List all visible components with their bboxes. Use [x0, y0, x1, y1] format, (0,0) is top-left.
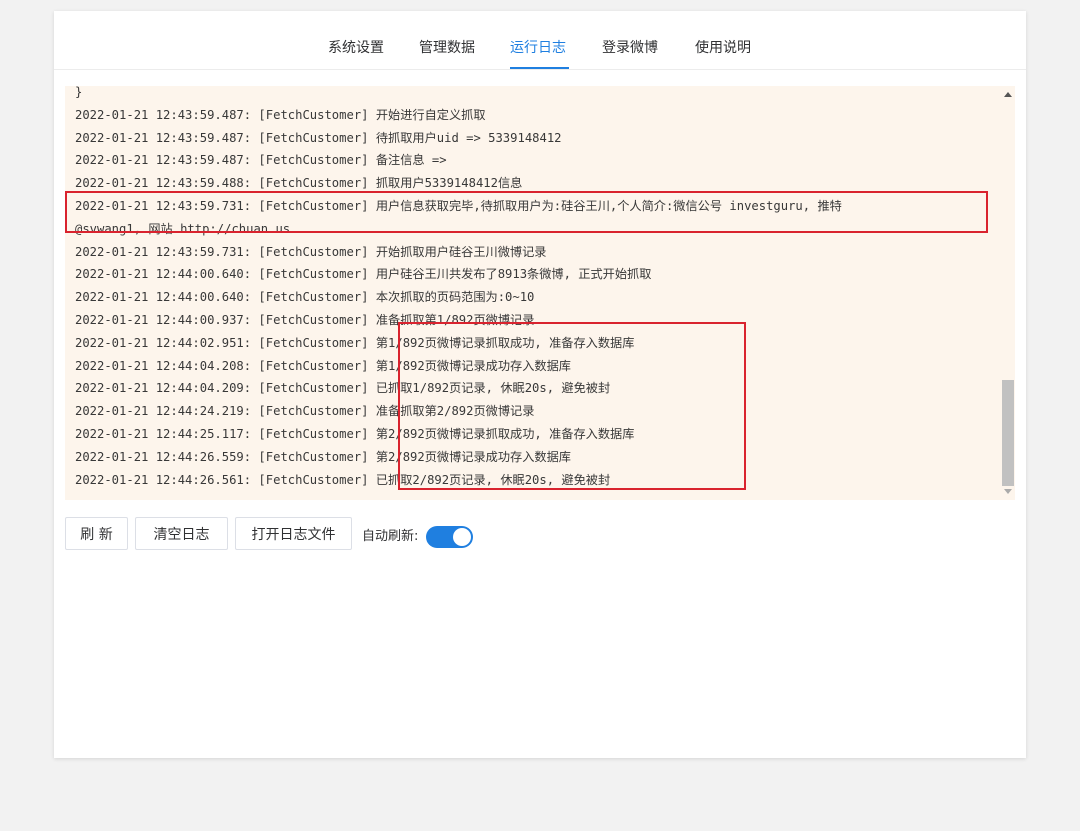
scroll-down-arrow-icon[interactable]	[1004, 489, 1012, 494]
log-line: 2022-01-21 12:43:59.487: [FetchCustomer]…	[75, 107, 486, 122]
log-line: 2022-01-21 12:44:25.117: [FetchCustomer]…	[75, 426, 635, 441]
auto-refresh-label: 自动刷新:	[362, 529, 419, 544]
active-tab-indicator	[510, 67, 569, 69]
log-lines: } 2022-01-21 12:43:59.487: [FetchCustome…	[75, 86, 997, 491]
open-log-file-button[interactable]: 打开日志文件	[235, 517, 352, 550]
toggle-knob	[453, 528, 471, 546]
tab-run-log[interactable]: 运行日志	[510, 37, 566, 57]
main-panel: 系统设置 管理数据 运行日志 登录微博 使用说明 } 2022-01-21 12…	[54, 11, 1026, 758]
log-scrollbar[interactable]	[1001, 86, 1015, 500]
tab-instructions[interactable]: 使用说明	[695, 37, 751, 57]
log-line: @svwang1, 网站 http://chuan.us	[75, 221, 291, 236]
log-line: 2022-01-21 12:44:26.561: [FetchCustomer]…	[75, 472, 611, 487]
log-line: 2022-01-21 12:44:00.640: [FetchCustomer]…	[75, 267, 652, 282]
log-textarea[interactable]: } 2022-01-21 12:43:59.487: [FetchCustome…	[65, 86, 1015, 500]
log-line: 2022-01-21 12:43:59.488: [FetchCustomer]…	[75, 176, 523, 191]
log-line: 2022-01-21 12:44:00.937: [FetchCustomer]…	[75, 312, 535, 327]
refresh-button[interactable]: 刷 新	[65, 517, 128, 550]
auto-refresh-toggle[interactable]	[426, 526, 473, 548]
scroll-up-arrow-icon[interactable]	[1004, 92, 1012, 97]
tab-weibo-login[interactable]: 登录微博	[602, 37, 658, 57]
scroll-thumb[interactable]	[1002, 380, 1014, 486]
log-line: 2022-01-21 12:44:26.559: [FetchCustomer]…	[75, 449, 571, 464]
clear-log-button[interactable]: 清空日志	[135, 517, 228, 550]
tab-bar: 系统设置 管理数据 运行日志 登录微博 使用说明	[54, 11, 1026, 70]
log-line: 2022-01-21 12:44:02.951: [FetchCustomer]…	[75, 335, 635, 350]
log-line: 2022-01-21 12:44:24.219: [FetchCustomer]…	[75, 404, 535, 419]
log-line: 2022-01-21 12:43:59.731: [FetchCustomer]…	[75, 244, 547, 259]
log-line: }	[75, 86, 83, 99]
tab-manage-data[interactable]: 管理数据	[419, 37, 475, 57]
log-line: 2022-01-21 12:44:00.640: [FetchCustomer]…	[75, 290, 535, 305]
log-line: 2022-01-21 12:43:59.487: [FetchCustomer]…	[75, 153, 447, 168]
log-line: 2022-01-21 12:43:59.731: [FetchCustomer]…	[75, 198, 842, 213]
log-line: 2022-01-21 12:44:04.209: [FetchCustomer]…	[75, 381, 611, 396]
log-line: 2022-01-21 12:44:04.208: [FetchCustomer]…	[75, 358, 571, 373]
log-line: 2022-01-21 12:43:59.487: [FetchCustomer]…	[75, 130, 562, 145]
tab-system-settings[interactable]: 系统设置	[328, 37, 384, 57]
